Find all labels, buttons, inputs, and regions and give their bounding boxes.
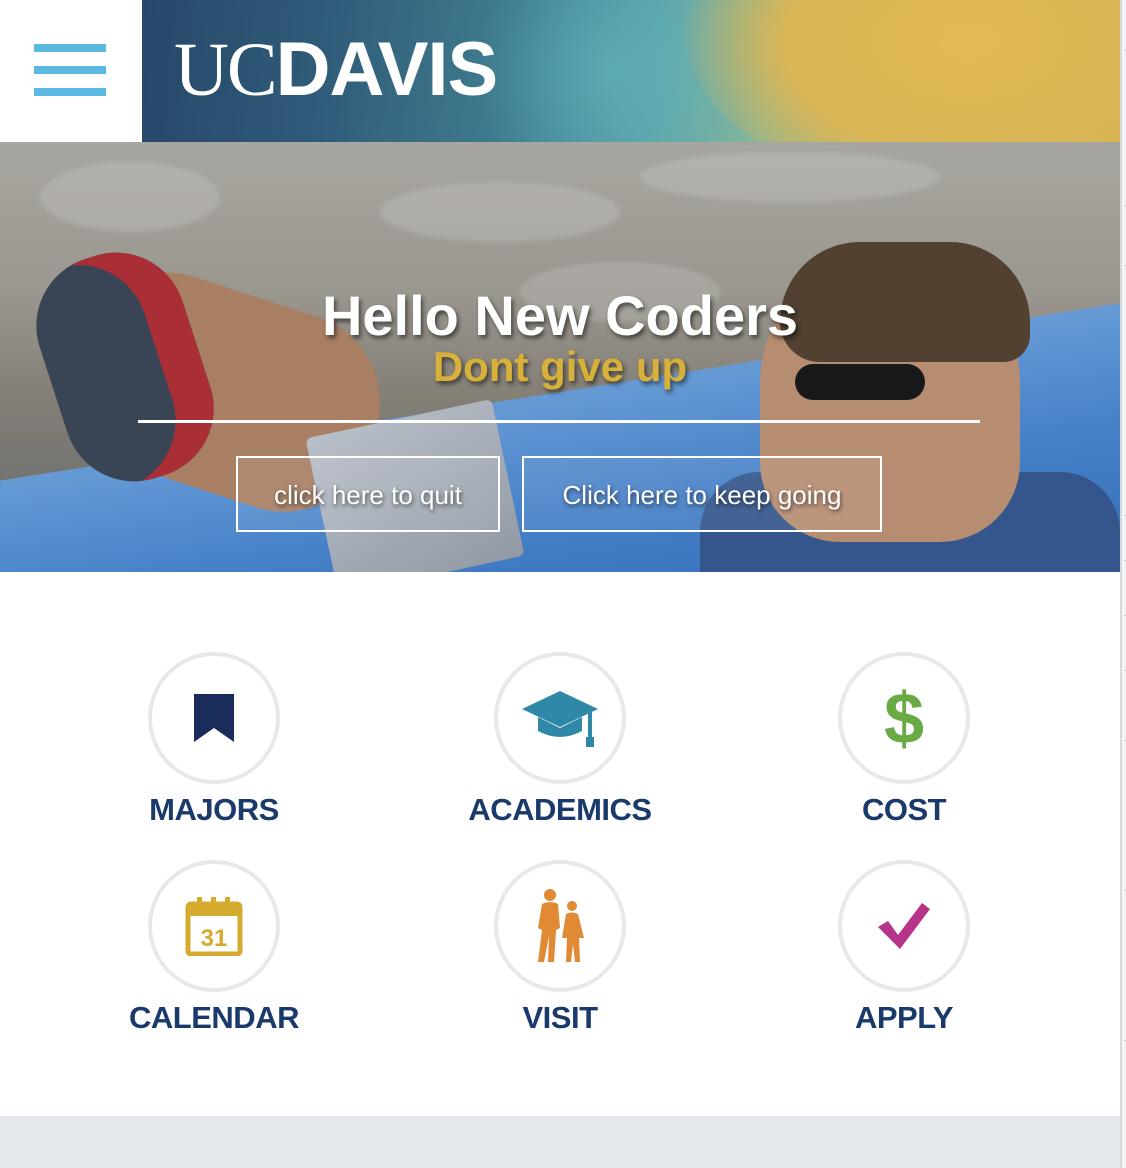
- bookmark-icon: [194, 694, 234, 742]
- hero-title: Hello New Coders: [321, 284, 799, 347]
- dollar-icon: $: [884, 683, 924, 753]
- hero-subtitle: Dont give up: [432, 343, 688, 390]
- calendar-icon: 31: [185, 897, 243, 956]
- calendar-day-number: 31: [201, 925, 228, 952]
- quick-link-circle: [148, 652, 280, 784]
- hero-section: Hello New Coders Dont give up click here…: [0, 142, 1120, 572]
- hero-divider: [138, 420, 980, 423]
- quick-link-cost[interactable]: $ COST: [754, 652, 1054, 828]
- hamburger-menu-button[interactable]: [0, 0, 142, 142]
- quick-link-visit[interactable]: VISIT: [410, 860, 710, 1036]
- quick-link-label: ACADEMICS: [468, 792, 652, 827]
- logo-davis-text: DAVIS: [275, 27, 499, 112]
- keep-going-button[interactable]: Click here to keep going: [522, 456, 882, 532]
- graduation-cap-icon: [522, 691, 598, 747]
- quick-link-circle: 31: [148, 860, 280, 992]
- checkmark-icon: [878, 903, 930, 949]
- quick-link-label: VISIT: [522, 1000, 598, 1035]
- window-edge: [1120, 0, 1126, 1168]
- quick-link-label: APPLY: [854, 1000, 954, 1035]
- quick-link-circle: [838, 860, 970, 992]
- quick-link-circle: [494, 652, 626, 784]
- svg-text:$: $: [884, 683, 924, 753]
- quick-link-circle: [494, 860, 626, 992]
- quick-link-circle: $: [838, 652, 970, 784]
- quick-link-apply[interactable]: APPLY: [754, 860, 1054, 1036]
- quick-link-label: CALENDAR: [129, 1000, 299, 1035]
- logo-uc-text: UC: [174, 28, 278, 112]
- quit-button[interactable]: click here to quit: [236, 456, 500, 532]
- site-header: UCDAVIS: [0, 0, 1120, 142]
- quick-link-calendar[interactable]: 31 CALENDAR: [64, 860, 364, 1036]
- quick-link-label: MAJORS: [149, 792, 279, 827]
- quick-link-academics[interactable]: ACADEMICS: [410, 652, 710, 828]
- quick-links-grid: MAJORS ACADEMICS $ COST 31 CALENDAR VISI…: [0, 572, 1120, 1116]
- footer-bar: [0, 1116, 1120, 1168]
- people-walking-icon: [538, 889, 584, 962]
- uc-davis-logo[interactable]: UCDAVIS: [174, 27, 499, 112]
- quick-link-label: COST: [861, 792, 947, 827]
- quick-link-majors[interactable]: MAJORS: [64, 652, 364, 828]
